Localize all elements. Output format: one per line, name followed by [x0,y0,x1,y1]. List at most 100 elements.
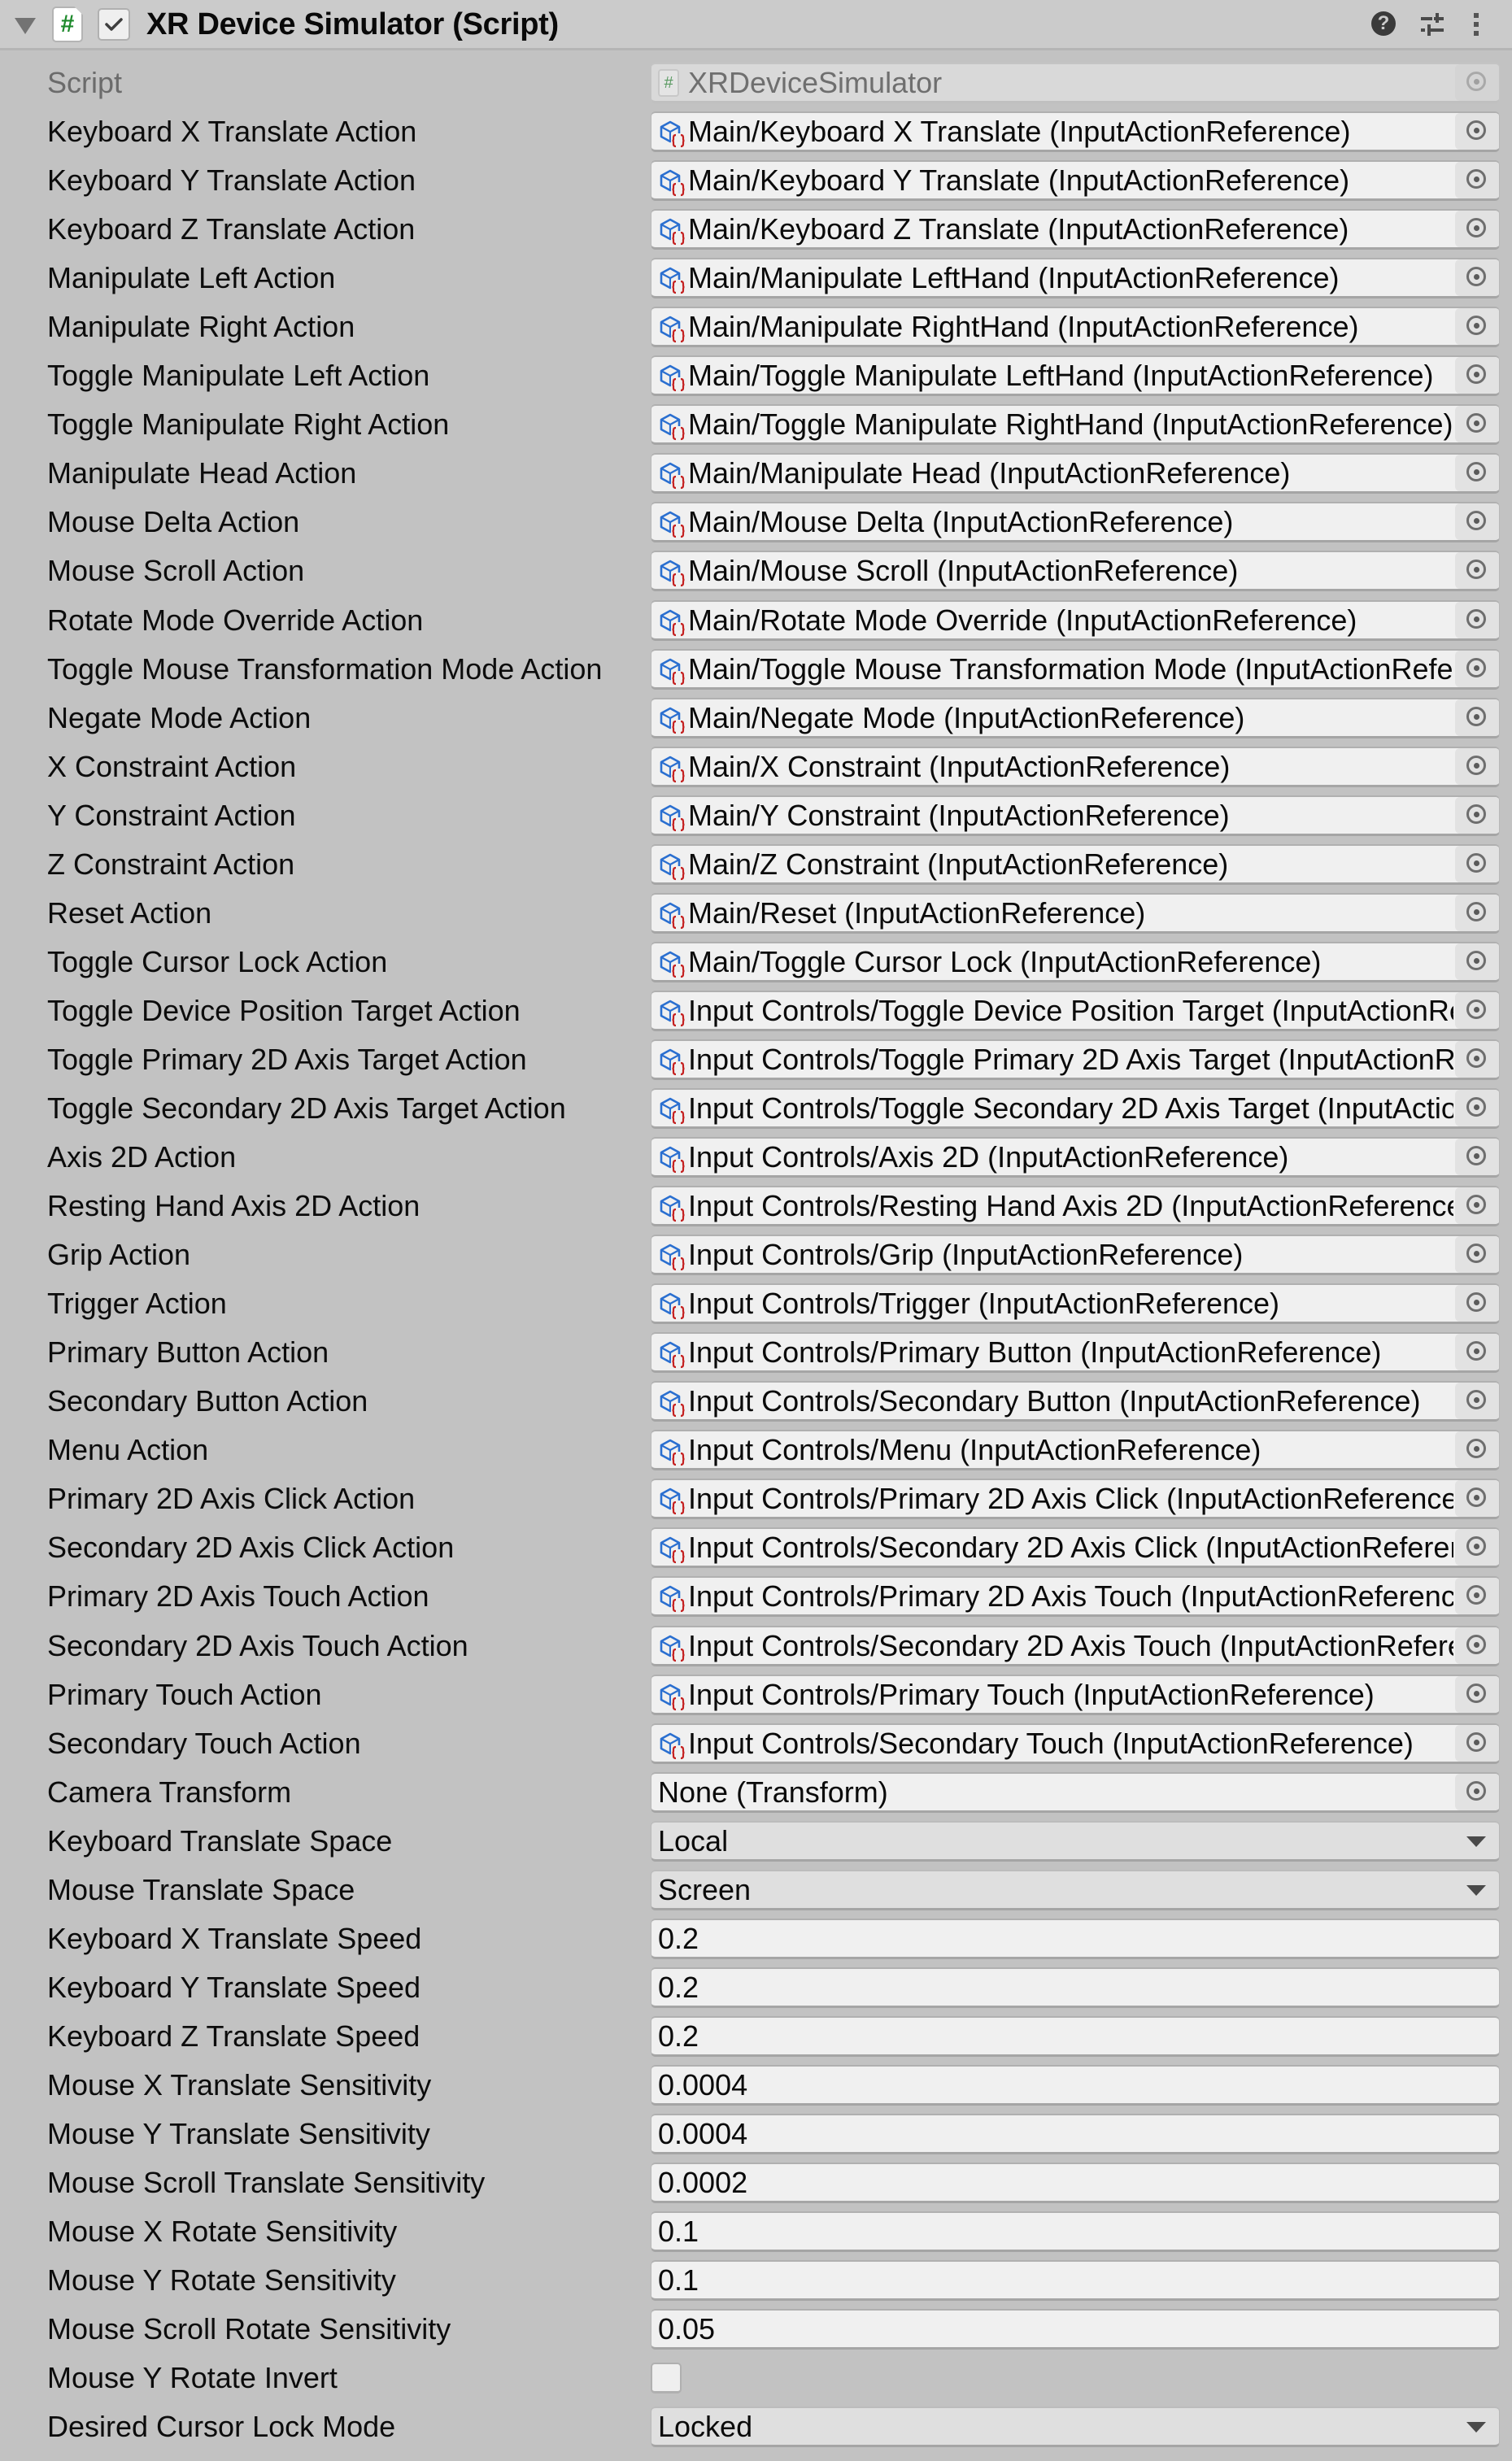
object-reference-field[interactable]: Input Controls/Secondary 2D Axis Click (… [651,1527,1500,1569]
float-input[interactable]: 0.1 [651,2211,1500,2253]
object-reference-field[interactable]: Input Controls/Secondary Button (InputAc… [651,1381,1500,1422]
object-reference-field[interactable]: Input Controls/Axis 2D (InputActionRefer… [651,1137,1500,1178]
object-picker-button[interactable] [1455,1040,1499,1078]
object-picker-button[interactable] [1455,1578,1499,1615]
object-picker-button[interactable] [1455,747,1499,785]
object-picker-button[interactable] [1455,1773,1499,1810]
object-picker-button[interactable] [1455,1139,1499,1176]
object-picker-button[interactable] [1455,552,1499,590]
object-picker-button[interactable] [1455,699,1499,736]
input-action-reference-icon [660,1000,686,1027]
float-input[interactable]: 0.2 [651,1967,1500,2008]
object-picker-button[interactable] [1455,943,1499,980]
object-reference-field[interactable]: Input Controls/Secondary Touch (InputAct… [651,1723,1500,1764]
object-picker-button[interactable] [1455,455,1499,492]
field-value: Main/Manipulate LeftHand (InputActionRef… [688,261,1340,295]
object-picker-button[interactable] [1455,1431,1499,1469]
object-picker-button[interactable] [1455,1334,1499,1371]
input-action-reference-icon [660,1341,686,1370]
enum-dropdown[interactable]: Local [651,1820,1500,1862]
property-row-y-constraint-action: Y Constraint Action Main/Y Constraint (In… [0,791,1512,840]
object-reference-field[interactable]: Input Controls/Trigger (InputActionRefer… [651,1283,1500,1325]
object-reference-field[interactable]: Main/Manipulate LeftHand (InputActionRef… [651,258,1500,299]
object-picker-button[interactable] [1455,162,1499,199]
enum-dropdown[interactable]: Screen [651,1869,1500,1910]
object-reference-field[interactable]: Main/Negate Mode (InputActionReference) [651,697,1500,738]
object-reference-field[interactable]: Input Controls/Primary Button (InputActi… [651,1332,1500,1374]
field-value: None (Transform) [658,1775,888,1809]
help-icon[interactable]: ? [1371,11,1396,36]
float-input[interactable]: 0.0002 [651,2163,1500,2204]
float-input[interactable]: 0.2 [651,1918,1500,1959]
object-picker-button[interactable] [1455,503,1499,541]
object-reference-field[interactable]: Input Controls/Toggle Device Position Ta… [651,990,1500,1031]
object-reference-field[interactable]: Input Controls/Resting Hand Axis 2D (Inp… [651,1186,1500,1227]
object-picker-button[interactable] [1455,650,1499,687]
input-action-reference-icon [660,512,686,539]
object-picker-button[interactable] [1455,406,1499,443]
object-reference-field[interactable]: Main/Manipulate RightHand (InputActionRe… [651,307,1500,348]
property-label: Keyboard Z Translate Speed [47,2019,420,2053]
component-enable-checkbox[interactable] [98,8,130,41]
object-reference-field[interactable]: Main/Toggle Cursor Lock (InputActionRefe… [651,941,1500,982]
object-picker-button[interactable] [1455,1089,1499,1126]
object-picker-button[interactable] [1455,1627,1499,1664]
toggle-checkbox[interactable] [651,2363,682,2394]
object-reference-field[interactable]: Input Controls/Primary 2D Axis Touch (In… [651,1576,1500,1618]
object-picker-button[interactable] [1455,796,1499,834]
object-reference-field[interactable]: Input Controls/Primary 2D Axis Click (In… [651,1479,1500,1520]
object-picker-button[interactable] [1455,1285,1499,1322]
object-picker-button[interactable] [1455,64,1499,101]
float-input[interactable]: 0.1 [651,2260,1500,2302]
object-reference-field[interactable]: Main/Toggle Mouse Transformation Mode (I… [651,648,1500,690]
presets-icon[interactable] [1419,11,1445,37]
object-picker-button[interactable] [1455,1236,1499,1274]
object-reference-field[interactable]: Main/Keyboard Z Translate (InputActionRe… [651,209,1500,250]
object-reference-field[interactable]: Main/Keyboard Y Translate (InputActionRe… [651,160,1500,202]
float-input[interactable]: 0.2 [651,2015,1500,2057]
object-reference-field[interactable]: Input Controls/Secondary 2D Axis Touch (… [651,1625,1500,1666]
object-reference-field[interactable]: Main/Z Constraint (InputActionReference) [651,843,1500,885]
object-picker-button[interactable] [1455,1187,1499,1225]
field-value: Input Controls/Primary Touch (InputActio… [688,1677,1375,1711]
property-row-toggle-mouse-transformation-mode-action: Toggle Mouse Transformation Mode Action M… [0,645,1512,694]
object-reference-field[interactable]: Main/Rotate Mode Override (InputActionRe… [651,599,1500,641]
object-picker-button[interactable] [1455,601,1499,638]
object-picker-button[interactable] [1455,1724,1499,1762]
object-picker-button[interactable] [1455,211,1499,248]
field-value: Main/Mouse Delta (InputActionReference) [688,505,1234,539]
float-input[interactable]: 0.05 [651,2309,1500,2350]
object-reference-field[interactable]: Main/Toggle Manipulate LeftHand (InputAc… [651,355,1500,397]
object-reference-field[interactable]: Main/Keyboard X Translate (InputActionRe… [651,111,1500,153]
object-picker-button[interactable] [1455,845,1499,882]
object-picker-button[interactable] [1455,357,1499,394]
object-reference-field[interactable]: Input Controls/Toggle Primary 2D Axis Ta… [651,1039,1500,1080]
object-reference-field[interactable]: Input Controls/Toggle Secondary 2D Axis … [651,1087,1500,1129]
float-input[interactable]: 0.0004 [651,2113,1500,2154]
object-picker-button[interactable] [1455,991,1499,1029]
object-picker-button[interactable] [1455,1480,1499,1518]
object-picker-button[interactable] [1455,308,1499,346]
object-picker-button[interactable] [1455,894,1499,931]
object-reference-field[interactable]: Main/Manipulate Head (InputActionReferen… [651,453,1500,494]
object-reference-field[interactable]: Input Controls/Menu (InputActionReferenc… [651,1430,1500,1471]
object-reference-field[interactable]: None (Transform) [651,1771,1500,1813]
object-reference-field[interactable]: Input Controls/Primary Touch (InputActio… [651,1674,1500,1715]
object-picker-button[interactable] [1455,1383,1499,1420]
object-reference-field[interactable]: Main/Mouse Scroll (InputActionReference) [651,551,1500,592]
object-picker-button[interactable] [1455,113,1499,150]
object-reference-field[interactable]: Input Controls/Grip (InputActionReferenc… [651,1235,1500,1276]
foldout-arrow-icon[interactable] [15,18,36,34]
object-reference-field[interactable]: Main/Toggle Manipulate RightHand (InputA… [651,404,1500,446]
object-picker-button[interactable] [1455,1675,1499,1713]
object-picker-button[interactable] [1455,1529,1499,1566]
object-reference-field[interactable]: Main/Reset (InputActionReference) [651,892,1500,934]
kebab-menu-icon[interactable] [1472,11,1480,37]
field-value: Main/Rotate Mode Override (InputActionRe… [688,603,1357,637]
object-picker-button[interactable] [1455,259,1499,297]
object-reference-field[interactable]: Main/Y Constraint (InputActionReference) [651,795,1500,836]
object-reference-field[interactable]: Main/X Constraint (InputActionReference) [651,746,1500,787]
object-reference-field[interactable]: Main/Mouse Delta (InputActionReference) [651,502,1500,543]
float-input[interactable]: 0.0004 [651,2064,1500,2106]
enum-dropdown[interactable]: Locked [651,2407,1500,2448]
